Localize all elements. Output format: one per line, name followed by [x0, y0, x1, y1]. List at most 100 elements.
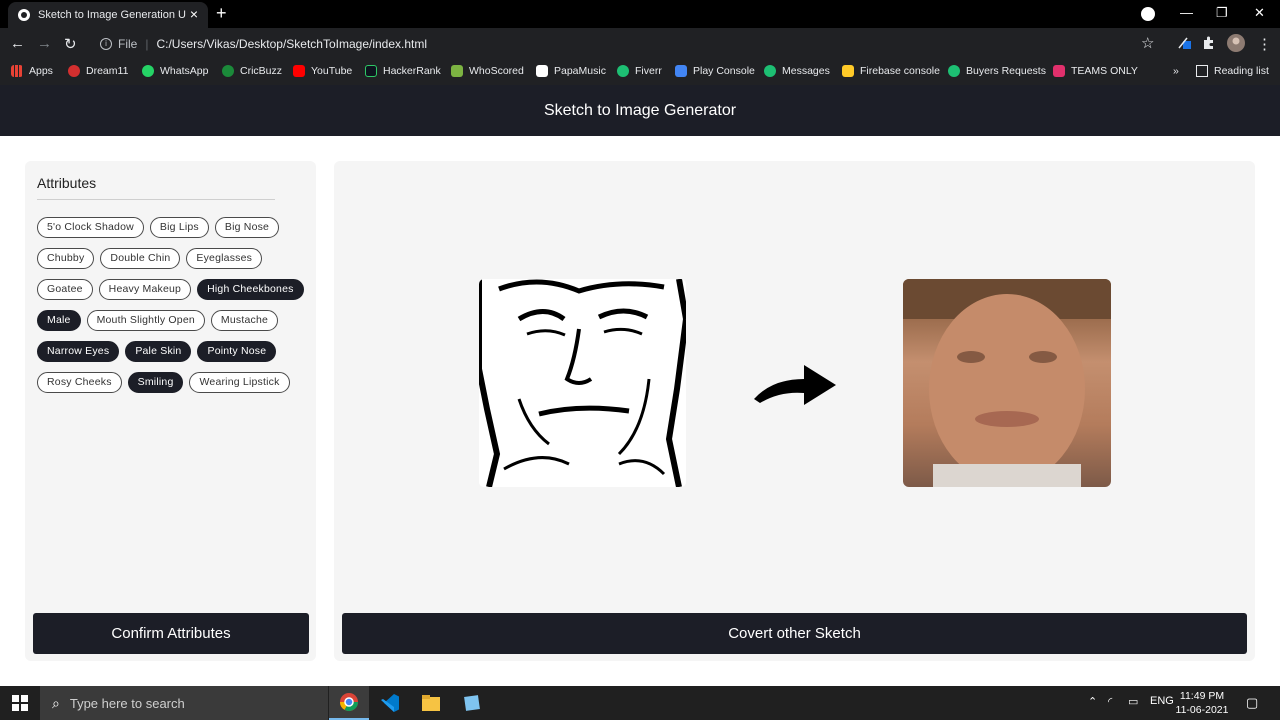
battery-icon[interactable]: ▭	[1128, 695, 1138, 708]
close-tab-icon[interactable]: ×	[190, 6, 198, 22]
bookmark-teams-only[interactable]: TEAMS ONLY	[1053, 65, 1138, 77]
attributes-panel: Attributes 5'o Clock Shadow Big Lips Big N…	[25, 161, 316, 661]
bookmark-play-console[interactable]: Play Console	[675, 65, 755, 77]
windows-taskbar: ⌕ Type here to search ⌃ ◜ ▭ ENG 11:49 PM…	[0, 686, 1280, 720]
play-console-icon	[675, 65, 687, 77]
chrome-taskbar-icon[interactable]	[329, 686, 369, 720]
address-bar-row: ← → ↻ i File | C:/Users/Vikas/Desktop/Sk…	[0, 28, 1280, 60]
messages-icon	[764, 65, 776, 77]
attribute-chip[interactable]: Double Chin	[100, 248, 181, 269]
attribute-chip[interactable]: Chubby	[37, 248, 95, 269]
taskbar-search-input[interactable]: ⌕ Type here to search	[40, 686, 328, 720]
bookmark-label: HackerRank	[383, 65, 441, 77]
tab-title: Sketch to Image Generation Usin	[38, 9, 186, 21]
chrome-favicon-icon	[18, 9, 30, 21]
bookmark-dream11[interactable]: Dream11	[68, 65, 128, 77]
whoscored-icon	[451, 65, 463, 77]
papamusic-icon	[536, 65, 548, 77]
bookmark-star-icon[interactable]: ☆	[1141, 34, 1154, 52]
notepad-taskbar-icon[interactable]	[452, 686, 492, 720]
whatsapp-icon	[142, 65, 154, 77]
bookmark-label: WhoScored	[469, 65, 524, 77]
bookmark-label: Buyers Requests	[966, 65, 1046, 77]
attribute-chip[interactable]: Pale Skin	[125, 341, 192, 362]
attribute-chip[interactable]: Mouth Slightly Open	[86, 310, 205, 331]
cricbuzz-icon	[222, 65, 234, 77]
confirm-attributes-button[interactable]: Confirm Attributes	[33, 613, 309, 654]
bookmark-cricbuzz[interactable]: CricBuzz	[222, 65, 282, 77]
new-tab-button[interactable]: +	[216, 3, 227, 24]
attribute-chip[interactable]: Mustache	[210, 310, 279, 331]
url-scheme: File	[118, 37, 138, 51]
fiverr-icon	[617, 65, 629, 77]
taskbar-clock[interactable]: 11:49 PM 11-06-2021	[1172, 689, 1232, 717]
bookmark-buyers-requests[interactable]: Buyers Requests	[948, 65, 1046, 77]
bookmark-fiverr[interactable]: Fiverr	[617, 65, 662, 77]
restore-icon[interactable]: ❐	[1216, 5, 1228, 21]
generated-face	[903, 279, 1111, 487]
apps-grid-icon	[11, 65, 23, 77]
attribute-chip[interactable]: Narrow Eyes	[37, 341, 120, 362]
bookmark-whatsapp[interactable]: WhatsApp	[142, 65, 208, 77]
bookmark-label: Dream11	[86, 65, 129, 77]
tray-overflow-icon[interactable]: ⌃	[1088, 695, 1097, 708]
convert-other-sketch-button[interactable]: Covert other Sketch	[342, 613, 1247, 654]
close-window-icon[interactable]: ✕	[1254, 5, 1265, 21]
attribute-chip[interactable]: Heavy Makeup	[98, 279, 192, 300]
bookmark-label: TEAMS ONLY	[1071, 65, 1138, 77]
windows-start-icon[interactable]	[12, 695, 28, 711]
attribute-chip[interactable]: Rosy Cheeks	[37, 372, 122, 393]
minimize-icon[interactable]: —	[1180, 5, 1193, 20]
notifications-icon[interactable]: ▢	[1246, 695, 1258, 711]
clock-date: 11-06-2021	[1175, 704, 1229, 716]
extension-icon[interactable]	[1178, 36, 1192, 50]
attributes-divider	[37, 199, 275, 200]
url-input[interactable]: i File | C:/Users/Vikas/Desktop/SketchTo…	[90, 31, 1168, 57]
forward-icon[interactable]: →	[37, 35, 52, 52]
attribute-chip[interactable]: 5'o Clock Shadow	[37, 217, 144, 238]
bookmark-messages[interactable]: Messages	[764, 65, 830, 77]
attribute-chip[interactable]: Big Lips	[149, 217, 209, 238]
bookmark-apps[interactable]: Apps	[11, 65, 53, 77]
more-bookmarks-icon[interactable]: »	[1173, 65, 1179, 77]
file-explorer-taskbar-icon[interactable]	[411, 686, 451, 720]
reading-list-icon	[1196, 65, 1208, 77]
bookmark-papamusic[interactable]: PapaMusic	[536, 65, 606, 77]
browser-tab[interactable]: Sketch to Image Generation Usin ×	[8, 2, 208, 28]
info-icon[interactable]: i	[100, 38, 112, 50]
wifi-icon[interactable]: ◜	[1108, 695, 1112, 708]
firebase-icon	[842, 65, 854, 77]
attribute-chip[interactable]: Wearing Lipstick	[189, 372, 290, 393]
bookmark-hackerrank[interactable]: HackerRank	[365, 65, 441, 77]
attribute-chip[interactable]: Male	[37, 310, 81, 331]
puzzle-icon[interactable]	[1201, 36, 1215, 50]
attribute-chip[interactable]: Big Nose	[214, 217, 280, 238]
reading-list-button[interactable]: Reading list	[1196, 65, 1269, 77]
bookmark-label: Apps	[29, 65, 53, 77]
attribute-chip[interactable]: High Cheekbones	[197, 279, 304, 300]
avatar[interactable]	[1227, 34, 1245, 52]
generation-panel: Covert other Sketch	[334, 161, 1255, 661]
bookmark-label: Messages	[782, 65, 830, 77]
bookmark-label: Play Console	[693, 65, 755, 77]
bookmark-label: YouTube	[311, 65, 353, 77]
language-indicator[interactable]: ENG	[1150, 695, 1174, 707]
bookmark-youtube[interactable]: YouTube	[293, 65, 352, 77]
youtube-icon	[293, 65, 305, 77]
reload-icon[interactable]: ↻	[64, 35, 77, 53]
vscode-taskbar-icon[interactable]	[370, 686, 410, 720]
arrow-right-icon	[754, 365, 836, 405]
search-placeholder: Type here to search	[69, 695, 185, 711]
attribute-chip[interactable]: Eyeglasses	[186, 248, 263, 269]
back-icon[interactable]: ←	[10, 35, 25, 52]
attribute-chip[interactable]: Smiling	[127, 372, 184, 393]
attribute-chip[interactable]: Pointy Nose	[197, 341, 277, 362]
bookmark-whoscored[interactable]: WhoScored	[451, 65, 524, 77]
generated-image	[903, 279, 1111, 487]
profile-icon[interactable]	[1141, 7, 1155, 21]
sketch-image	[479, 279, 686, 487]
bookmark-label: CricBuzz	[240, 65, 283, 77]
menu-icon[interactable]: ⋮	[1257, 35, 1272, 53]
bookmark-firebase[interactable]: Firebase console	[842, 65, 940, 77]
attribute-chip[interactable]: Goatee	[37, 279, 93, 300]
